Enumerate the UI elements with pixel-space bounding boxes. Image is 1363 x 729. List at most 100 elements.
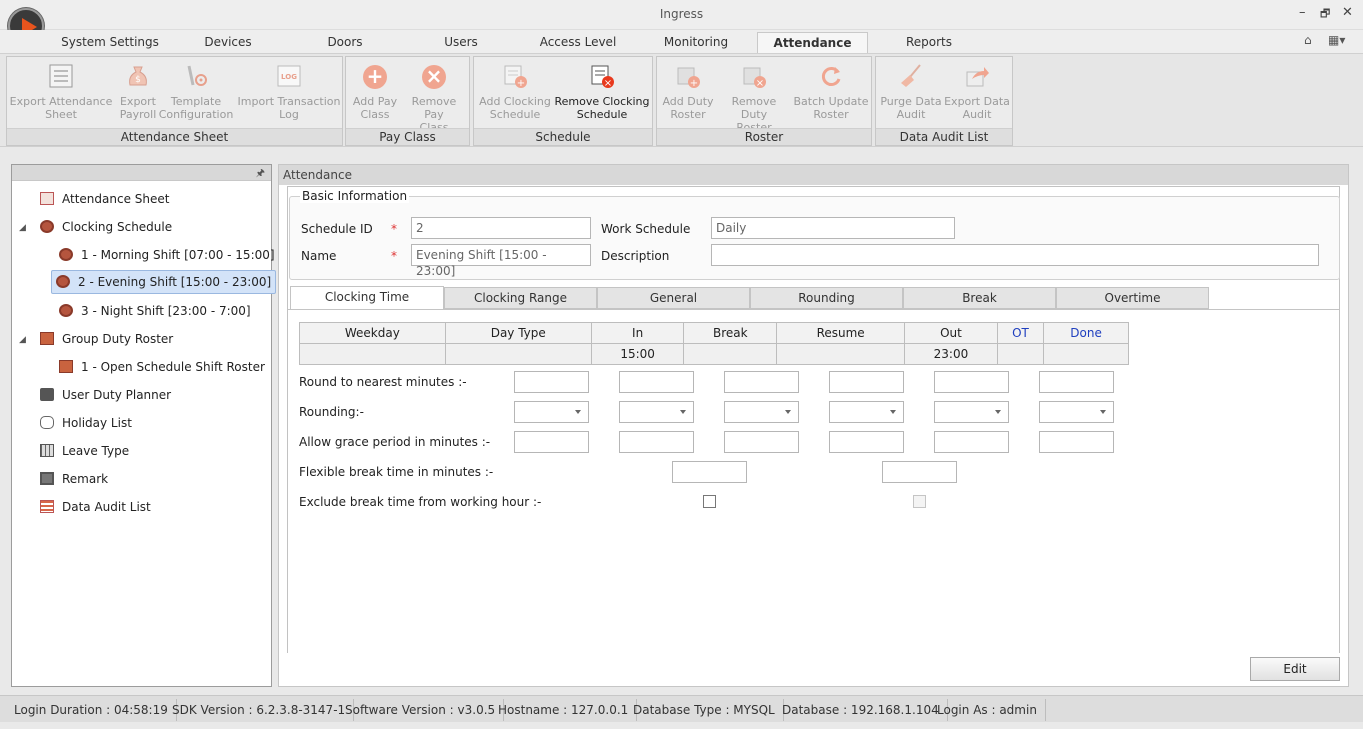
svg-text:+: +: [517, 78, 525, 89]
round-nearest-label: Round to nearest minutes :-: [299, 375, 467, 389]
clock-icon: [56, 275, 70, 288]
work-schedule-field[interactable]: Daily: [711, 217, 955, 239]
tree-item-night-shift[interactable]: 3 - Night Shift [23:00 - 7:00]: [59, 300, 251, 322]
cell-ot[interactable]: [996, 343, 1045, 365]
rounding-resume-select[interactable]: [724, 401, 799, 423]
exclude-break-ot-checkbox[interactable]: [913, 495, 926, 508]
tab-break[interactable]: Break: [903, 287, 1056, 309]
export-attendance-sheet-button[interactable]: Export Attendance Sheet: [9, 59, 113, 129]
tab-attendance[interactable]: Attendance: [757, 32, 868, 54]
schedule-editor: Basic Information Schedule ID * 2 Work S…: [287, 186, 1340, 653]
rounding-done-select[interactable]: [1039, 401, 1114, 423]
tree-item-group-duty-roster[interactable]: Group Duty Roster: [40, 328, 173, 350]
remove-pay-class-button[interactable]: × Remove PayClass: [401, 59, 467, 135]
tab-devices[interactable]: Devices: [196, 32, 260, 54]
tree-item-user-duty-planner[interactable]: User Duty Planner: [40, 384, 171, 406]
tab-users[interactable]: Users: [436, 32, 486, 54]
tab-doors[interactable]: Doors: [318, 32, 372, 54]
list-icon: [40, 500, 54, 513]
rounding-ot-select[interactable]: [934, 401, 1009, 423]
tab-reports[interactable]: Reports: [901, 32, 957, 54]
round-ot-input[interactable]: [934, 371, 1009, 393]
home-icon[interactable]: ⌂: [1304, 33, 1312, 47]
pin-icon[interactable]: 🖈: [256, 166, 265, 183]
cell-weekday[interactable]: [299, 343, 446, 365]
export-icon: [963, 63, 991, 91]
clock-icon: [40, 220, 54, 233]
edit-button[interactable]: Edit: [1250, 657, 1340, 681]
table-row[interactable]: 15:00 23:00: [299, 343, 1129, 365]
round-break-input[interactable]: [619, 371, 694, 393]
add-clocking-schedule-button[interactable]: + Add Clocking Schedule: [476, 59, 554, 129]
export-payroll-button[interactable]: $ Export Payroll: [113, 59, 163, 129]
schedule-id-field[interactable]: 2: [411, 217, 591, 239]
tab-monitoring[interactable]: Monitoring: [658, 32, 734, 54]
tab-rounding[interactable]: Rounding: [750, 287, 903, 309]
rounding-out-select[interactable]: [829, 401, 904, 423]
flex-break-input[interactable]: [672, 461, 747, 483]
required-marker: *: [391, 249, 397, 263]
tab-access-level[interactable]: Access Level: [536, 32, 620, 54]
tree-item-attendance-sheet[interactable]: Attendance Sheet: [40, 188, 169, 210]
tree-item-holiday-list[interactable]: Holiday List: [40, 412, 132, 434]
add-pay-class-button[interactable]: + Add Pay Class: [348, 59, 402, 129]
template-configuration-button[interactable]: Template Configuration: [157, 59, 235, 129]
add-duty-roster-button[interactable]: + Add Duty Roster: [659, 59, 717, 129]
status-bar: Login Duration : 04:58:19 SDK Version : …: [0, 695, 1363, 722]
clocking-time-grid: Weekday Day Type In Break Resume Out OT …: [299, 322, 1129, 365]
tree-item-evening-shift[interactable]: 2 - Evening Shift [15:00 - 23:00]: [51, 270, 277, 294]
exclude-break-checkbox[interactable]: [703, 495, 716, 508]
grace-done-input[interactable]: [1039, 431, 1114, 453]
tree-item-clocking-schedule[interactable]: Clocking Schedule: [40, 216, 172, 238]
round-resume-input[interactable]: [724, 371, 799, 393]
grace-ot-input[interactable]: [934, 431, 1009, 453]
restore-icon[interactable]: 🗗: [1320, 5, 1330, 24]
cell-resume[interactable]: [776, 343, 906, 365]
basic-information-group: Basic Information Schedule ID * 2 Work S…: [289, 189, 1340, 280]
tree-item-leave-type[interactable]: Leave Type: [40, 440, 129, 462]
rounding-break-select[interactable]: [619, 401, 694, 423]
cell-break[interactable]: [683, 343, 778, 365]
rounding-in-select[interactable]: [514, 401, 589, 423]
cell-out[interactable]: 23:00: [904, 343, 998, 365]
svg-text:×: ×: [604, 78, 612, 89]
tree-item-morning-shift[interactable]: 1 - Morning Shift [07:00 - 15:00]: [59, 244, 275, 266]
layout-icon[interactable]: ▦▾: [1328, 33, 1345, 47]
name-field[interactable]: Evening Shift [15:00 - 23:00]: [411, 244, 591, 278]
tree-item-remark[interactable]: Remark: [40, 468, 108, 490]
import-transaction-log-button[interactable]: LOG Import Transaction Log: [237, 59, 341, 129]
tab-general[interactable]: General: [597, 287, 750, 309]
tab-clocking-time[interactable]: Clocking Time: [290, 286, 444, 310]
grace-in-input[interactable]: [514, 431, 589, 453]
minimize-icon[interactable]: –: [1299, 5, 1306, 20]
collapse-icon[interactable]: ◢: [19, 335, 26, 345]
tree-item-open-schedule-roster[interactable]: 1 - Open Schedule Shift Roster: [59, 356, 265, 378]
remove-clocking-schedule-button[interactable]: × Remove Clocking Schedule: [554, 59, 650, 129]
round-done-input[interactable]: [1039, 371, 1114, 393]
purge-data-audit-button[interactable]: Purge Data Audit: [878, 59, 944, 129]
cell-in[interactable]: 15:00: [590, 343, 685, 365]
tab-overtime[interactable]: Overtime: [1056, 287, 1209, 309]
flex-break-ot-input[interactable]: [882, 461, 957, 483]
description-field[interactable]: [711, 244, 1319, 266]
tab-system-settings[interactable]: System Settings: [60, 32, 160, 54]
tree-item-data-audit-list[interactable]: Data Audit List: [40, 496, 151, 518]
round-out-input[interactable]: [829, 371, 904, 393]
grace-break-input[interactable]: [619, 431, 694, 453]
group-title: Attendance Sheet: [7, 128, 342, 145]
export-data-audit-button[interactable]: Export Data Audit: [942, 59, 1012, 129]
remove-duty-roster-button[interactable]: × Remove DutyRoster: [717, 59, 791, 134]
grace-out-input[interactable]: [829, 431, 904, 453]
tab-clocking-range[interactable]: Clocking Range: [444, 287, 597, 309]
collapse-icon[interactable]: ◢: [19, 223, 26, 233]
app-window: Ingress – 🗗 ✕ System Settings Devices Do…: [0, 0, 1363, 729]
exclude-break-label: Exclude break time from working hour :-: [299, 495, 542, 509]
batch-update-roster-button[interactable]: Batch Update Roster: [793, 59, 869, 129]
cell-done[interactable]: [1043, 343, 1129, 365]
grid-header-row: Weekday Day Type In Break Resume Out OT …: [299, 322, 1129, 344]
schedule-add-icon: +: [501, 63, 529, 91]
cell-day-type[interactable]: [444, 343, 592, 365]
round-in-input[interactable]: [514, 371, 589, 393]
grace-resume-input[interactable]: [724, 431, 799, 453]
close-icon[interactable]: ✕: [1342, 5, 1353, 20]
